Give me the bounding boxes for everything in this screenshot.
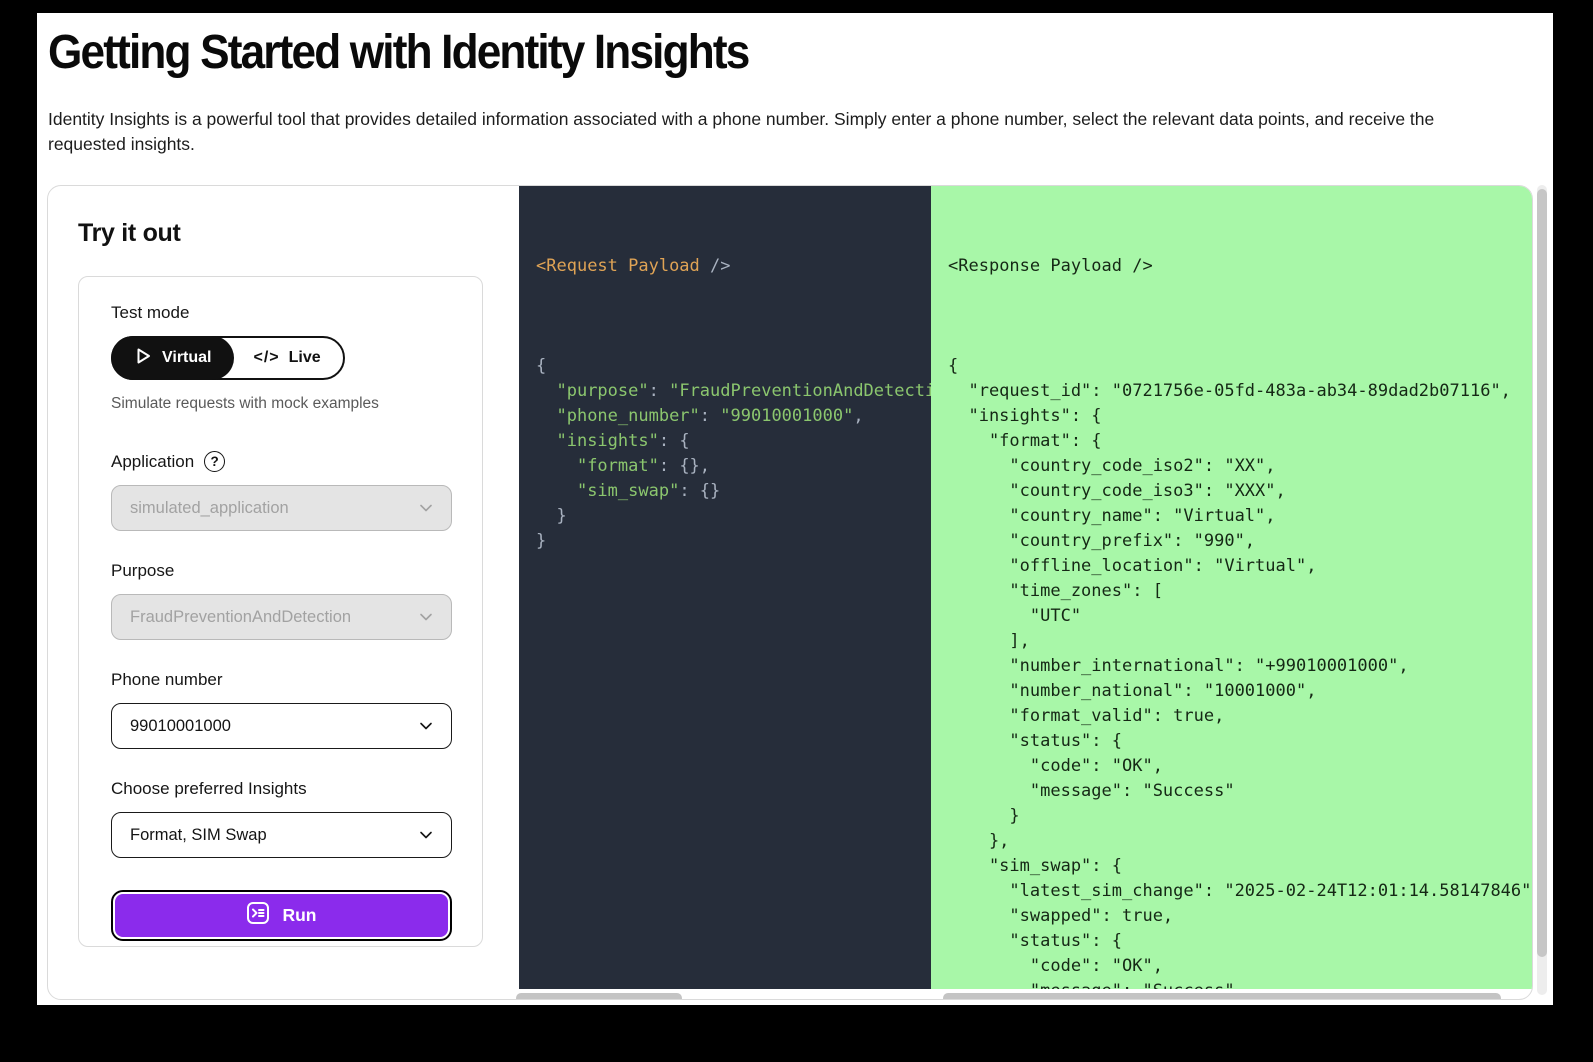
response-hscrollbar-thumb[interactable] [943,993,1501,999]
toggle-option-virtual[interactable]: Virtual [111,336,234,380]
code-line: "UTC" [948,606,1082,626]
code-line: "sim_swap": {} [576,481,721,501]
response-payload-panel: <Response Payload /> { "request_id": "07… [931,186,1533,989]
phone-number-value: 99010001000 [130,716,231,735]
test-mode-label: Test mode [111,303,190,322]
code-line: "request_id": "0721756e-05fd-483a-ab34-8… [948,381,1511,401]
code-line: } [948,806,1020,826]
code-line: "code": "OK", [948,956,1163,976]
code-line: "country_code_iso3": "XXX", [948,481,1286,501]
purpose-select-value: FraudPreventionAndDetection [130,607,352,626]
code-line: "swapped": true, [948,906,1174,926]
code-line: "insights": { [556,431,690,451]
code-line: { [948,356,959,376]
response-payload-title: Response Payload [958,256,1123,276]
help-icon[interactable]: ? [204,451,226,472]
phone-number-label: Phone number [111,670,223,689]
application-select-value: simulated_application [130,498,289,517]
chevron-down-icon [417,499,435,517]
code-line: "phone_number": "99010001000", [556,406,864,426]
code-line: "format": { [948,431,1102,451]
application-label-text: Application [111,451,195,471]
chevron-down-icon [417,608,435,626]
terminal-icon [246,901,270,930]
code-icon: </> [253,349,280,366]
phone-number-select[interactable]: 99010001000 [111,703,452,749]
code-line: }, [948,831,1010,851]
code-line: "code": "OK", [948,756,1163,776]
response-payload-header: <Response Payload /> [948,254,1532,279]
chevron-down-icon [417,717,435,735]
vertical-scrollbar-thumb[interactable] [1537,189,1547,957]
code-line: "status": { [948,931,1122,951]
insights-select[interactable]: Format, SIM Swap [111,812,452,858]
run-button-outline: Run [111,890,452,941]
code-line: } [536,506,567,526]
code-line: "country_code_iso2": "XX", [948,456,1276,476]
request-payload-title: Request Payload [546,256,700,276]
header-close-bracket: /> [699,256,731,276]
request-payload-panel: <Request Payload /> { "purpose": "FraudP… [519,186,931,989]
application-select[interactable]: simulated_application [111,485,452,531]
form-card: Test mode Virtual </> Live Simulate requ… [78,276,483,947]
toggle-live-label: Live [288,349,321,366]
purpose-label: Purpose [111,561,175,580]
code-line: "sim_swap": { [948,856,1122,876]
header-close-bracket: /> [1122,256,1153,276]
toggle-option-live[interactable]: </> Live [232,338,343,378]
code-line: "country_name": "Virtual", [948,506,1276,526]
try-it-out-section: Try it out Test mode Virtual </> Live Si… [47,185,1533,1000]
tryout-heading: Try it out [78,219,181,247]
code-line: "insights": { [948,406,1102,426]
request-payload-code: { "purpose": "FraudPreventionAndDetectio… [536,354,931,554]
request-hscrollbar-thumb[interactable] [516,993,682,999]
test-mode-toggle[interactable]: Virtual </> Live [111,336,345,380]
form-column: Try it out Test mode Virtual </> Live Si… [48,186,519,999]
header-open-bracket: < [948,256,959,276]
code-line: "message": "Success" [948,979,1532,989]
page-title: Getting Started with Identity Insights [48,26,750,79]
header-open-bracket: < [536,256,547,276]
play-icon [133,346,153,371]
test-mode-caption: Simulate requests with mock examples [111,395,379,412]
code-line: "status": { [948,731,1122,751]
purpose-select[interactable]: FraudPreventionAndDetection [111,594,452,640]
code-line: "number_international": "+99010001000", [948,656,1409,676]
chevron-down-icon [417,826,435,844]
run-button[interactable]: Run [115,894,448,937]
code-line: "format": {}, [576,456,711,476]
run-button-label: Run [282,905,317,925]
code-line: "time_zones": [ [948,581,1163,601]
toggle-virtual-label: Virtual [162,349,212,366]
insights-select-value: Format, SIM Swap [130,825,267,844]
request-payload-header: <Request Payload /> [536,254,931,279]
page: Getting Started with Identity Insights I… [37,13,1553,1005]
code-line: "purpose": "FraudPreventionAndDetection"… [556,381,931,401]
code-line: ], [948,631,1030,651]
application-label: Application ? [111,451,450,472]
vertical-scrollbar-track[interactable] [1537,185,1547,995]
code-line: "format_valid": true, [948,706,1225,726]
intro-paragraph: Identity Insights is a powerful tool tha… [48,109,1435,154]
code-line: "latest_sim_change": "2025-02-24T12:01:1… [948,881,1533,901]
insights-label: Choose preferred Insights [111,779,307,798]
code-line: "country_prefix": "990", [948,531,1256,551]
code-line: "message": "Success" [948,781,1235,801]
code-line: { [536,356,547,376]
response-payload-code: { "request_id": "0721756e-05fd-483a-ab34… [948,354,1533,989]
code-line: "number_national": "10001000", [948,681,1317,701]
code-line: } [536,531,547,551]
code-line: "offline_location": "Virtual", [948,556,1317,576]
